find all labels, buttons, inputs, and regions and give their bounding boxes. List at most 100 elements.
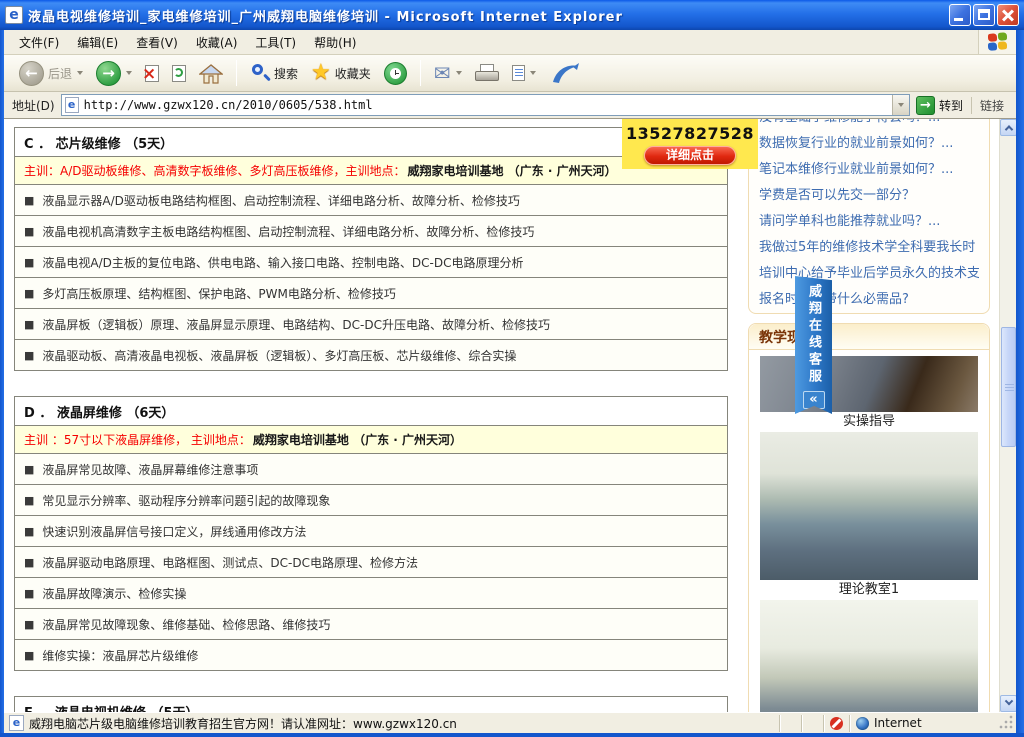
refresh-button[interactable] [167,58,191,89]
forward-button[interactable]: → [91,58,137,89]
bullet-icon: ■ [24,556,34,569]
edit-dropdown-icon[interactable] [530,71,536,75]
back-dropdown-icon[interactable] [77,71,83,75]
window-border-left [0,30,4,737]
intro-text: 主训 ：57寸以下液晶屏维修， 主训地点： [24,431,251,448]
gallery-box: 教学现场 实操指导 理论教室1 [748,323,990,712]
resize-grip[interactable] [999,715,1015,731]
chevron-down-icon [1004,696,1012,704]
go-button[interactable]: → 转到 [910,93,969,117]
detail-click-button[interactable]: 详细点击 [644,146,736,165]
gallery-photos: 实操指导 理论教室1 [749,350,989,712]
course-tables: C ． 芯片级维修 （5天） 主训：A/D驱动板维修、高清数字板维修、多灯高压板… [14,128,728,712]
faq-link[interactable]: 学费是否可以先交一部分？ [759,183,979,209]
gallery-title: 教学现场 [749,324,989,350]
menu-favorites[interactable]: 收藏(A) [187,30,247,55]
faq-link[interactable]: 培训中心给予毕业后学员永久的技术支 [759,261,979,287]
faq-link[interactable]: 笔记本维修行业就业前景如何？... [759,157,979,183]
address-dropdown-button[interactable] [892,95,909,115]
address-bar: 地址(D) e http://www.gzwx120.cn/2010/0605/… [4,92,1016,119]
bullet-icon: ■ [24,287,34,300]
history-button[interactable] [379,58,412,89]
section-d: D ． 液晶屏维修 （6天） 主训 ：57寸以下液晶屏维修， 主训地点： 威翔家… [14,396,728,671]
status-bar: e 威翔电脑芯片级电脑维修培训教育招生官方网！请认准网址：www.gzwx120… [4,712,1016,733]
course-item: ■液晶电视机高清数字主板电路结构框图、启动控制流程、详细电路分析、故障分析、检修… [14,215,728,247]
photo-practical-training[interactable] [760,356,978,412]
forward-icon: → [96,61,121,86]
address-label: 地址(D) [12,97,55,114]
photo-caption: 理论教室1 [839,580,899,600]
stop-icon: × [145,65,159,82]
faq-link[interactable]: 数据恢复行业的就业前景如何？... [759,131,979,157]
bullet-icon: ■ [24,463,34,476]
course-item: ■液晶显示器A/D驱动板电路结构框图、启动控制流程、详细电路分析、故障分析、检修… [14,184,728,216]
menu-edit[interactable]: 编辑(E) [68,30,127,55]
phone-number: 13527827528 [626,124,754,143]
course-item: ■液晶屏常见故障、液晶屏幕维修注意事项 [14,453,728,485]
home-button[interactable] [194,58,228,89]
ie-document-icon: e [5,6,23,24]
mail-button[interactable]: ✉ [429,58,467,89]
search-button[interactable]: 搜索 [245,58,303,89]
print-button[interactable] [470,58,504,89]
menu-bar: 文件(F) 编辑(E) 查看(V) 收藏(A) 工具(T) 帮助(H) [4,30,1016,55]
section-intro: 主训：A/D驱动板维修、高清数字板维修、多灯高压板维修，主训地点： 威翔家电培训… [14,156,728,185]
history-icon [384,62,407,85]
faq-link[interactable]: 我做过5年的维修技术学全科要我长时 [759,235,979,261]
bullet-icon: ■ [24,194,34,207]
scrollbar-thumb[interactable] [1001,327,1016,447]
bullet-icon: ■ [24,525,34,538]
phone-promo-box: 13527827528 详细点击 [622,119,758,169]
back-button[interactable]: ← 后退 [14,58,88,89]
photo-classroom-clipped[interactable] [760,600,978,712]
status-cell [779,715,801,732]
status-zone-cell: Internet [849,715,999,732]
messenger-button[interactable] [544,58,586,89]
faq-link[interactable]: 没有基础学维修能学得会吗？... [759,119,979,131]
scroll-down-button[interactable] [1000,695,1016,712]
scroll-up-button[interactable] [1000,119,1016,136]
forward-dropdown-icon[interactable] [126,71,132,75]
maximize-button[interactable] [973,4,995,26]
stop-button[interactable]: × [140,58,164,89]
edit-button[interactable] [507,58,541,89]
close-button[interactable] [997,4,1019,26]
page-content: C ． 芯片级维修 （5天） 主训：A/D驱动板维修、高清数字板维修、多灯高压板… [4,119,999,712]
address-url[interactable]: http://www.gzwx120.cn/2010/0605/538.html [84,98,892,112]
minimize-icon [954,18,963,21]
minimize-button[interactable] [949,4,971,26]
window-title: 液晶电视维修培训_家电维修培训_广州威翔电脑维修培训 - Microsoft I… [28,6,949,25]
print-icon [475,64,499,82]
section-e: E ． 液晶电视机维修 （5天） [14,696,728,712]
menu-view[interactable]: 查看(V) [127,30,187,55]
online-service-ribbon[interactable]: 威翔在线客服 « [795,276,832,414]
course-item: ■液晶驱动板、高清液晶电视板、液晶屏板（逻辑板）、多灯高压板、芯片级维修、综合实… [14,339,728,371]
course-item: ■液晶屏板（逻辑板）原理、液晶屏显示原理、电路结构、DC-DC升压电路、故障分析… [14,308,728,340]
bullet-icon: ■ [24,349,34,362]
links-toolbar-label[interactable]: 链接 [971,97,1012,114]
intro-location: 威翔家电培训基地 （广东 · 广州天河） [408,162,617,179]
photo-theory-classroom[interactable] [760,432,978,580]
faq-link[interactable]: 请问学单科也能推荐就业吗？... [759,209,979,235]
favorites-button[interactable]: ★ 收藏夹 [306,58,376,89]
course-item: ■液晶屏故障演示、检修实操 [14,577,728,609]
thumb-grip-icon [1005,384,1014,385]
go-arrow-icon: → [916,96,935,115]
zone-label: Internet [874,716,922,730]
faq-box: 没有基础学维修能学得会吗？... 数据恢复行业的就业前景如何？... 笔记本维修… [748,119,990,314]
bullet-icon: ■ [24,225,34,238]
faq-link[interactable]: 报名时需要带什么必需品? [759,287,979,313]
address-input[interactable]: e http://www.gzwx120.cn/2010/0605/538.ht… [61,94,910,116]
mail-dropdown-icon[interactable] [456,71,462,75]
favorites-star-icon: ★ [311,62,331,84]
page-ie-icon: e [65,97,79,113]
vertical-scrollbar[interactable] [999,119,1016,712]
menu-file[interactable]: 文件(F) [10,30,68,55]
menu-tools[interactable]: 工具(T) [246,30,305,55]
favorites-label: 收藏夹 [335,65,371,82]
home-icon [199,63,223,84]
photo-caption: 实操指导 [843,412,895,432]
menu-help[interactable]: 帮助(H) [305,30,365,55]
browser-window: e 液晶电视维修培训_家电维修培训_广州威翔电脑维修培训 - Microsoft… [0,0,1024,737]
section-c: C ． 芯片级维修 （5天） 主训：A/D驱动板维修、高清数字板维修、多灯高压板… [14,127,728,371]
